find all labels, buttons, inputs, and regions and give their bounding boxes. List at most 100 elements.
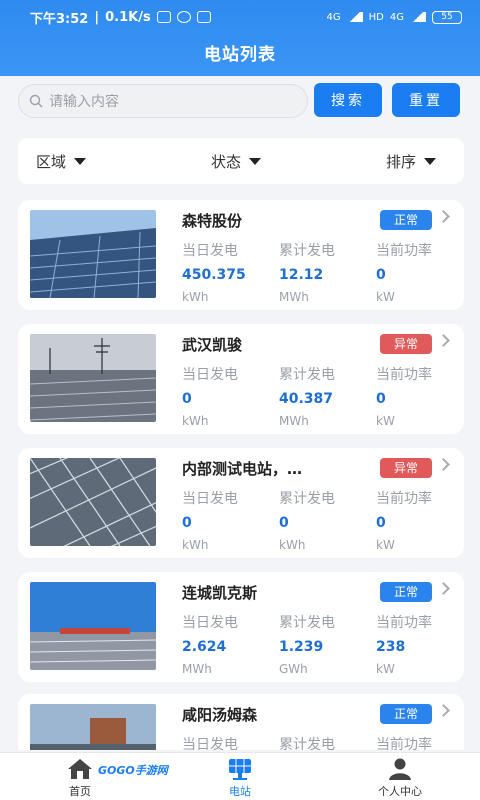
metric-value: 450.375: [182, 267, 246, 283]
station-card[interactable]: 咸阳汤姆森 正常 当日发电 累计发电 当前功率: [18, 694, 464, 750]
filter-sort[interactable]: 排序: [386, 151, 436, 172]
metric-unit: MWh: [279, 290, 309, 304]
metric-total: 累计发电 0 kWh: [279, 488, 369, 552]
chevron-right-icon: [437, 210, 450, 223]
metric-value: 0: [182, 391, 192, 407]
user-icon: [389, 758, 411, 780]
metric-today: 当日发电 2.624 MWh: [182, 612, 272, 676]
metric-total: 累计发电 12.12 MWh: [279, 240, 369, 304]
metric-label: 当日发电: [182, 737, 238, 750]
metric-unit: GWh: [279, 662, 308, 676]
chevron-right-icon: [437, 582, 450, 595]
metric-unit: kW: [376, 662, 395, 676]
tab-stations[interactable]: 电站: [200, 757, 280, 799]
station-name: 连城凯克斯: [182, 584, 258, 602]
home-icon: [68, 759, 92, 779]
metric-label: 累计发电: [279, 737, 335, 750]
metric-unit: kWh: [182, 290, 209, 304]
tab-label: 个人中心: [378, 785, 422, 798]
metric-label: 当前功率: [376, 615, 432, 631]
metric-unit: kWh: [182, 538, 209, 552]
metric-power: 当前功率 0 kW: [376, 488, 464, 552]
station-photo: [30, 458, 156, 546]
network-type-2: 4G: [389, 11, 404, 23]
station-card[interactable]: 森特股份 正常 当日发电 450.375 kWh 累计发电 12.12 MWh …: [18, 200, 464, 310]
station-card[interactable]: 武汉凯骏 异常 当日发电 0 kWh 累计发电 40.387 MWh 当前功率 …: [18, 324, 464, 434]
search-button[interactable]: 搜索: [314, 83, 382, 117]
metric-label: 当日发电: [182, 367, 238, 383]
metric-unit: kW: [376, 290, 395, 304]
metric-total: 累计发电 1.239 GWh: [279, 612, 369, 676]
metric-value: 0: [279, 515, 289, 531]
signal-icon: [410, 12, 426, 22]
cloud-icon: [196, 11, 211, 23]
metric-today: 当日发电 0 kWh: [182, 488, 272, 552]
metric-value: 0: [376, 391, 386, 407]
station-card[interactable]: 连城凯克斯 正常 当日发电 2.624 MWh 累计发电 1.239 GWh 当…: [18, 572, 464, 682]
metric-value: 0: [376, 267, 386, 283]
station-name: 森特股份: [182, 212, 243, 230]
status-badge: 正常: [380, 210, 432, 230]
metric-today: 当日发电 450.375 kWh: [182, 240, 272, 304]
metric-label: 当前功率: [376, 243, 432, 259]
station-photo: [30, 334, 156, 422]
metric-label: 当日发电: [182, 615, 238, 631]
filter-bar: 区域 状态 排序: [18, 138, 464, 184]
alarm-icon: [176, 11, 191, 23]
search-box[interactable]: [18, 84, 308, 118]
reset-button[interactable]: 重置: [392, 83, 460, 117]
filter-status[interactable]: 状态: [211, 151, 261, 172]
metric-value: 1.239: [279, 639, 324, 655]
metric-unit: kW: [376, 414, 395, 428]
search-input[interactable]: [49, 93, 279, 109]
network-speed: 0.1K/s: [105, 9, 151, 25]
metric-today: 当日发电: [182, 734, 272, 750]
status-badge: 异常: [380, 334, 432, 354]
status-badge: 正常: [380, 704, 432, 724]
status-badge: 异常: [380, 458, 432, 478]
metric-power: 当前功率 0 kW: [376, 364, 464, 428]
metric-value: 0: [182, 515, 192, 531]
mute-icon: [156, 11, 171, 23]
metric-power: 当前功率 0 kW: [376, 240, 464, 304]
metric-power: 当前功率: [376, 734, 464, 750]
station-card[interactable]: 内部测试电站，… 异常 当日发电 0 kWh 累计发电 0 kWh 当前功率 0…: [18, 448, 464, 558]
status-time: 下午3:52: [30, 11, 89, 27]
metric-label: 当日发电: [182, 243, 238, 259]
solar-panel-icon: [229, 759, 251, 780]
metric-label: 累计发电: [279, 491, 335, 507]
hd-indicator: HD: [368, 11, 384, 23]
signal-icon: [346, 12, 363, 22]
status-bar: 下午3:52 | 0.1K/s 4G HD 4G 55: [30, 8, 462, 27]
search-icon: [29, 94, 43, 108]
metric-value: 40.387: [279, 391, 334, 407]
metric-value: 12.12: [279, 267, 324, 283]
metric-value: 2.624: [182, 639, 227, 655]
metric-label: 累计发电: [279, 243, 335, 259]
metric-value: 238: [376, 639, 406, 655]
station-name: 咸阳汤姆森: [182, 706, 258, 724]
station-name: 内部测试电站，…: [182, 460, 303, 478]
metric-total: 累计发电 40.387 MWh: [279, 364, 369, 428]
metric-unit: MWh: [279, 414, 309, 428]
app-header: 下午3:52 | 0.1K/s 4G HD 4G 55 电站列表: [0, 0, 480, 76]
network-type-1: 4G: [326, 11, 341, 23]
metric-label: 累计发电: [279, 615, 335, 631]
caret-down-icon: [74, 157, 87, 165]
chevron-right-icon: [437, 458, 450, 471]
metric-label: 当前功率: [376, 367, 432, 383]
tab-label: 电站: [229, 785, 251, 798]
metric-unit: kWh: [182, 414, 209, 428]
chevron-right-icon: [437, 334, 450, 347]
tab-label: 首页: [69, 785, 91, 798]
filter-region[interactable]: 区域: [36, 151, 87, 172]
filter-label: 状态: [210, 152, 241, 171]
station-photo: [30, 210, 156, 298]
station-photo: [30, 582, 156, 670]
metric-unit: kW: [376, 538, 395, 552]
filter-label: 排序: [385, 152, 416, 171]
metric-unit: MWh: [182, 662, 212, 676]
metric-value: 0: [376, 515, 386, 531]
metric-power: 当前功率 238 kW: [376, 612, 464, 676]
tab-profile[interactable]: 个人中心: [360, 757, 440, 799]
